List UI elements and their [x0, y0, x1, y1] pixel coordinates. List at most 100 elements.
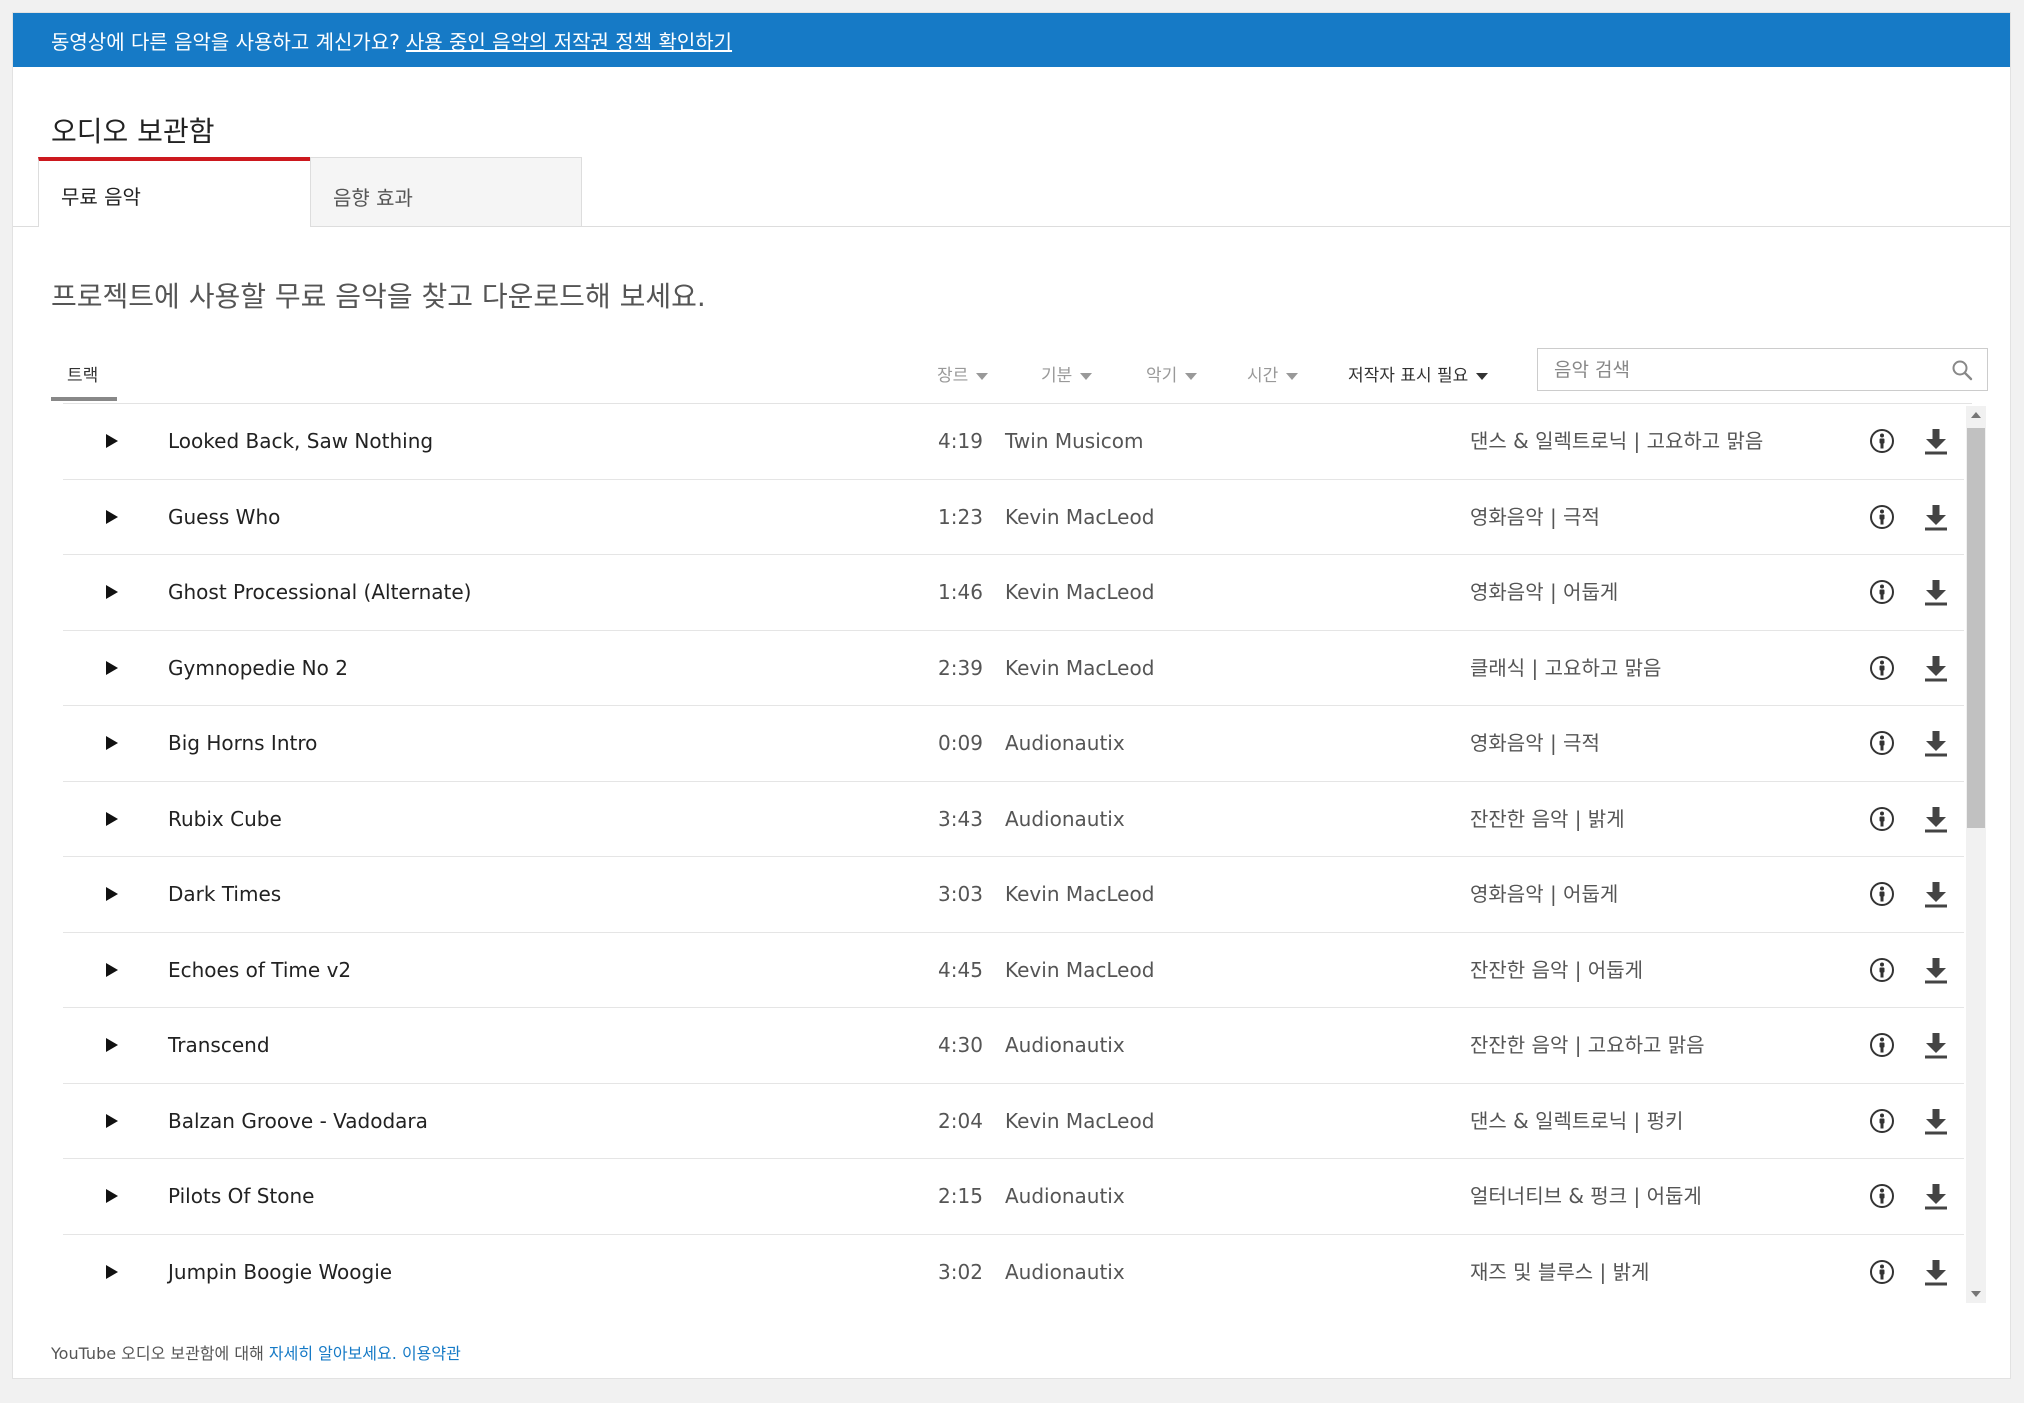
play-icon[interactable]	[105, 782, 135, 856]
track-duration: 4:19	[938, 429, 983, 453]
track-duration: 3:02	[938, 1259, 983, 1284]
mood-filter[interactable]: 기분	[1041, 361, 1093, 386]
download-icon[interactable]	[1923, 933, 1949, 1007]
attribution-icon[interactable]	[1869, 1159, 1895, 1233]
download-icon[interactable]	[1923, 1008, 1949, 1082]
instrument-filter-label: 악기	[1146, 366, 1178, 386]
track-column-header[interactable]: 트랙	[51, 351, 117, 401]
attribution-icon[interactable]	[1869, 1235, 1895, 1302]
track-duration: 3:03	[938, 882, 983, 906]
track-row[interactable]: Pilots Of Stone 2:15 Audionautix 얼터너티브 & 펑크…	[63, 1159, 1964, 1235]
track-list: Looked Back, Saw Nothing 4:19 Twin Musicom…	[63, 404, 1964, 1301]
track-row[interactable]: Balzan Groove - Vadodara 2:04 Kevin MacLeo…	[63, 1084, 1964, 1159]
download-icon[interactable]	[1923, 555, 1949, 629]
track-title: Transcend	[168, 1033, 270, 1057]
track-genre-mood: 영화음악 | 어둡게	[1470, 882, 1619, 906]
search-icon[interactable]	[1951, 359, 1973, 385]
track-row[interactable]: Jumpin Boogie Woogie 3:02 Audionautix 재즈 및 …	[63, 1235, 1964, 1302]
genre-filter-label: 장르	[937, 366, 969, 386]
track-artist: Kevin MacLeod	[1005, 655, 1155, 680]
track-row[interactable]: Ghost Processional (Alternate) 1:46 Kevin …	[63, 555, 1964, 631]
play-icon[interactable]	[105, 480, 135, 554]
track-artist: Kevin MacLeod	[1005, 882, 1155, 906]
download-icon[interactable]	[1923, 706, 1949, 780]
copyright-banner: 동영상에 다른 음악을 사용하고 계신가요? 사용 중인 음악의 저작권 정책 …	[13, 13, 2010, 67]
track-row[interactable]: Dark Times 3:03 Kevin MacLeod 영화음악 | 어둡게	[63, 857, 1964, 933]
attribution-icon[interactable]	[1869, 706, 1895, 780]
download-icon[interactable]	[1923, 1159, 1949, 1233]
track-duration: 2:39	[938, 655, 983, 680]
tab-free-music[interactable]: 무료 음악	[38, 157, 310, 227]
tab-sound-effects[interactable]: 음향 효과	[310, 157, 582, 227]
track-row[interactable]: Gymnopedie No 2 2:39 Kevin MacLeod 클래식 | 고요…	[63, 631, 1964, 706]
attribution-icon[interactable]	[1869, 480, 1895, 554]
track-artist: Kevin MacLeod	[1005, 504, 1155, 529]
track-row[interactable]: Big Horns Intro 0:09 Audionautix 영화음악 | 극적	[63, 706, 1964, 782]
track-artist: Audionautix	[1005, 1259, 1125, 1284]
track-row[interactable]: Echoes of Time v2 4:45 Kevin MacLeod 잔잔한 음악…	[63, 933, 1964, 1008]
play-icon[interactable]	[105, 1084, 135, 1158]
play-icon[interactable]	[105, 706, 135, 780]
attribution-icon[interactable]	[1869, 933, 1895, 1007]
copyright-policy-link[interactable]: 사용 중인 음악의 저작권 정책 확인하기	[406, 26, 732, 55]
play-icon[interactable]	[105, 1235, 135, 1302]
download-icon[interactable]	[1923, 1084, 1949, 1158]
play-icon[interactable]	[105, 631, 135, 705]
music-search-box	[1537, 348, 1988, 391]
attribution-icon[interactable]	[1869, 1008, 1895, 1082]
track-artist: Kevin MacLeod	[1005, 957, 1155, 982]
instrument-filter[interactable]: 악기	[1146, 361, 1198, 386]
track-row[interactable]: Rubix Cube 3:43 Audionautix 잔잔한 음악 | 밝게	[63, 782, 1964, 857]
play-icon[interactable]	[105, 1008, 135, 1082]
attribution-icon[interactable]	[1869, 555, 1895, 629]
genre-filter[interactable]: 장르	[937, 361, 989, 386]
track-title: Balzan Groove - Vadodara	[168, 1108, 428, 1133]
learn-more-link[interactable]: 자세히 알아보세요.	[269, 1344, 397, 1363]
download-icon[interactable]	[1923, 857, 1949, 931]
track-duration: 0:09	[938, 731, 983, 755]
track-row[interactable]: Looked Back, Saw Nothing 4:19 Twin Musicom…	[63, 404, 1964, 480]
terms-link[interactable]: 이용약관	[402, 1344, 461, 1363]
caret-down-icon	[976, 372, 989, 380]
caret-down-icon	[1080, 372, 1093, 380]
track-title: Rubix Cube	[168, 806, 282, 831]
attribution-icon[interactable]	[1869, 782, 1895, 856]
track-genre-mood: 잔잔한 음악 | 고요하고 맑음	[1470, 1033, 1705, 1057]
page-title: 오디오 보관함	[51, 115, 215, 148]
play-icon[interactable]	[105, 404, 135, 478]
play-icon[interactable]	[105, 857, 135, 931]
track-artist: Audionautix	[1005, 731, 1125, 755]
download-icon[interactable]	[1923, 1235, 1949, 1302]
attribution-icon[interactable]	[1869, 1084, 1895, 1158]
play-icon[interactable]	[105, 1159, 135, 1233]
play-icon[interactable]	[105, 933, 135, 1007]
track-artist: Audionautix	[1005, 806, 1125, 831]
download-icon[interactable]	[1923, 404, 1949, 478]
download-icon[interactable]	[1923, 782, 1949, 856]
track-row[interactable]: Guess Who 1:23 Kevin MacLeod 영화음악 | 극적	[63, 480, 1964, 555]
track-list-scrollbar[interactable]	[1966, 406, 1986, 1303]
play-icon[interactable]	[105, 555, 135, 629]
banner-text: 동영상에 다른 음악을 사용하고 계신가요?	[51, 29, 400, 54]
attribution-icon[interactable]	[1869, 404, 1895, 478]
download-icon[interactable]	[1923, 480, 1949, 554]
track-duration: 2:04	[938, 1108, 983, 1133]
attribution-icon[interactable]	[1869, 631, 1895, 705]
track-genre-mood: 영화음악 | 극적	[1470, 504, 1600, 529]
music-search-input[interactable]	[1538, 349, 1934, 390]
filter-bar: 트랙 장르 기분 악기 시간 저작자 표시 필요	[51, 348, 1991, 401]
track-artist: Kevin MacLeod	[1005, 580, 1155, 604]
attribution-icon[interactable]	[1869, 857, 1895, 931]
scrollbar-thumb[interactable]	[1967, 428, 1985, 828]
scroll-up-arrow-icon[interactable]	[1971, 412, 1981, 418]
scroll-down-arrow-icon[interactable]	[1971, 1291, 1981, 1297]
track-genre-mood: 클래식 | 고요하고 맑음	[1470, 655, 1662, 680]
track-duration: 1:23	[938, 504, 983, 529]
attribution-filter-label: 저작자 표시 필요	[1348, 366, 1469, 386]
track-title: Big Horns Intro	[168, 731, 318, 755]
download-icon[interactable]	[1923, 631, 1949, 705]
track-row[interactable]: Transcend 4:30 Audionautix 잔잔한 음악 | 고요하고 맑음	[63, 1008, 1964, 1084]
duration-filter[interactable]: 시간	[1247, 361, 1299, 386]
attribution-filter[interactable]: 저작자 표시 필요	[1348, 361, 1489, 386]
mood-filter-label: 기분	[1041, 366, 1073, 386]
